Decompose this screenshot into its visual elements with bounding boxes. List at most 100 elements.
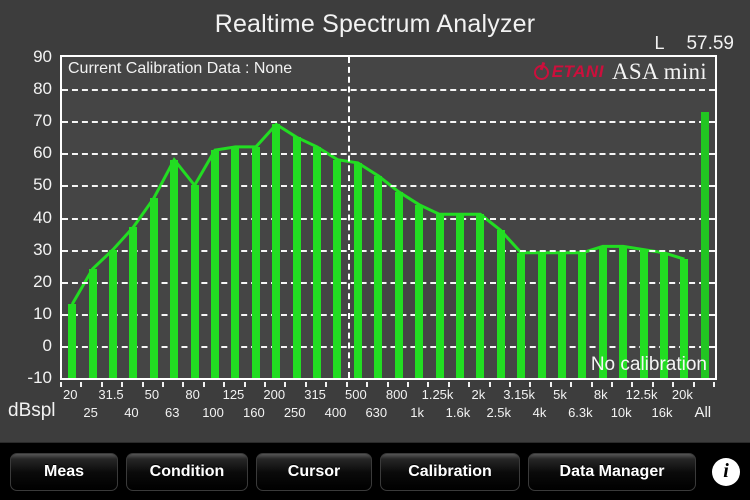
bar bbox=[476, 214, 485, 378]
condition-button[interactable]: Condition bbox=[126, 452, 248, 491]
x-axis-label: 315 bbox=[304, 387, 326, 402]
plot-inner bbox=[62, 57, 715, 378]
y-axis-tick: 10 bbox=[33, 303, 52, 323]
x-axis-label: 8k bbox=[593, 387, 608, 402]
y-axis-tick: 40 bbox=[33, 207, 52, 227]
x-axis-tick bbox=[610, 382, 613, 387]
y-axis-tick: 90 bbox=[33, 47, 52, 66]
bar-all bbox=[700, 111, 709, 378]
gridline bbox=[62, 153, 715, 156]
x-axis-label: 160 bbox=[243, 405, 265, 420]
x-axis-label: 63 bbox=[165, 405, 180, 420]
y-axis-tick: 70 bbox=[33, 111, 52, 131]
info-icon[interactable]: i bbox=[712, 457, 740, 486]
cursor-button[interactable]: Cursor bbox=[256, 452, 372, 491]
x-axis-label: 10k bbox=[610, 405, 632, 420]
x-axis-label: 200 bbox=[263, 387, 286, 402]
bar bbox=[170, 159, 179, 378]
gridline bbox=[62, 89, 715, 92]
bar bbox=[272, 124, 281, 378]
calibration-button[interactable]: Calibration bbox=[380, 452, 520, 491]
bar bbox=[557, 252, 566, 378]
y-axis-tick: 60 bbox=[33, 143, 52, 163]
spectrum-analyzer-screen: Realtime Spectrum Analyzer L 57.59 90 80 7… bbox=[0, 0, 750, 500]
etani-wordmark: ETANI bbox=[551, 62, 604, 81]
x-axis-label: 1.25k bbox=[421, 387, 454, 402]
y-axis: 90 80 70 60 50 40 30 20 10 0 -10 bbox=[0, 45, 58, 390]
bar bbox=[109, 249, 118, 378]
cursor-line[interactable] bbox=[347, 57, 350, 378]
page-title: Realtime Spectrum Analyzer bbox=[214, 10, 536, 38]
y-axis-tick: 20 bbox=[33, 271, 52, 291]
product-name: ASA mini bbox=[611, 59, 707, 84]
x-axis-label: 4k bbox=[532, 405, 547, 420]
x-axis-label: 1k bbox=[410, 405, 424, 420]
bar bbox=[190, 185, 199, 378]
gridline bbox=[62, 281, 715, 284]
bar bbox=[537, 252, 546, 378]
x-axis-label: 50 bbox=[144, 387, 160, 402]
bar bbox=[211, 150, 220, 378]
x-axis-label: 630 bbox=[365, 405, 388, 420]
gridline bbox=[62, 345, 715, 348]
bar bbox=[68, 304, 77, 378]
level-readout: L 57.59 bbox=[654, 33, 734, 55]
channel-label: L bbox=[654, 33, 665, 53]
bottom-toolbar: Meas Condition Cursor Calibration Data M… bbox=[0, 442, 750, 500]
bar bbox=[313, 146, 322, 378]
bar bbox=[394, 191, 403, 378]
etani-mark: ETANI bbox=[533, 62, 604, 82]
gridline bbox=[62, 121, 715, 124]
x-axis-tick bbox=[488, 382, 491, 387]
x-axis-label: 31.5 bbox=[98, 387, 124, 402]
x-axis-tick bbox=[80, 382, 83, 387]
x-axis-label: 25 bbox=[83, 405, 98, 420]
x-axis-tick bbox=[202, 382, 205, 387]
level-value: 57.59 bbox=[686, 33, 734, 54]
x-axis-label: 500 bbox=[345, 387, 367, 402]
x-axis-label: 2.5k bbox=[486, 405, 512, 420]
x-axis-label: 16k bbox=[651, 405, 673, 420]
x-axis-label: 20k bbox=[671, 387, 693, 402]
x-axis-tick bbox=[182, 382, 185, 387]
x-axis-label: 6.3k bbox=[568, 405, 593, 420]
calibration-banner: Current Calibration Data : None bbox=[68, 60, 293, 77]
data-manager-button[interactable]: Data Manager bbox=[528, 452, 696, 491]
bar bbox=[251, 146, 260, 378]
bar bbox=[231, 146, 240, 378]
bar bbox=[292, 137, 301, 378]
y-axis-tick: 80 bbox=[33, 79, 52, 99]
y-axis-tick: 50 bbox=[33, 175, 52, 195]
spectrum-plot[interactable]: Current Calibration Data : None ETANI AS… bbox=[60, 55, 717, 380]
brand-logo: ETANI ASA mini bbox=[533, 59, 707, 85]
meas-button[interactable]: Meas bbox=[10, 452, 118, 491]
bar bbox=[353, 162, 362, 378]
x-axis-label: 250 bbox=[283, 405, 306, 420]
bar bbox=[415, 204, 424, 378]
bar bbox=[149, 198, 158, 378]
x-axis-tick bbox=[549, 382, 552, 387]
bar bbox=[435, 214, 444, 378]
gridline bbox=[62, 185, 715, 188]
bar bbox=[496, 230, 505, 378]
x-axis-label: 125 bbox=[222, 387, 245, 402]
x-axis-tick bbox=[713, 382, 715, 387]
y-axis-tick: -10 bbox=[27, 368, 52, 387]
x-axis-label: 5k bbox=[553, 387, 567, 402]
x-axis: 20 25 31.5 40 50 63 80 100 125 160 200 250 315 400 500… bbox=[60, 382, 717, 428]
no-calibration-note: No calibration bbox=[590, 354, 707, 375]
x-axis-label: 80 bbox=[185, 387, 200, 402]
bar bbox=[517, 252, 526, 378]
x-axis-label: 100 bbox=[202, 405, 224, 420]
x-axis-label: 1.6k bbox=[445, 405, 471, 420]
x-axis-tick bbox=[468, 382, 471, 387]
y-axis-tick: 30 bbox=[33, 239, 52, 259]
bar bbox=[129, 227, 138, 378]
gridline bbox=[62, 249, 715, 252]
x-axis-tick bbox=[60, 382, 62, 387]
bar bbox=[333, 159, 342, 378]
gridline bbox=[62, 313, 715, 316]
x-axis-label: 2k bbox=[471, 387, 486, 402]
x-axis-tick bbox=[590, 382, 593, 387]
y-axis-tick: 0 bbox=[42, 335, 52, 355]
